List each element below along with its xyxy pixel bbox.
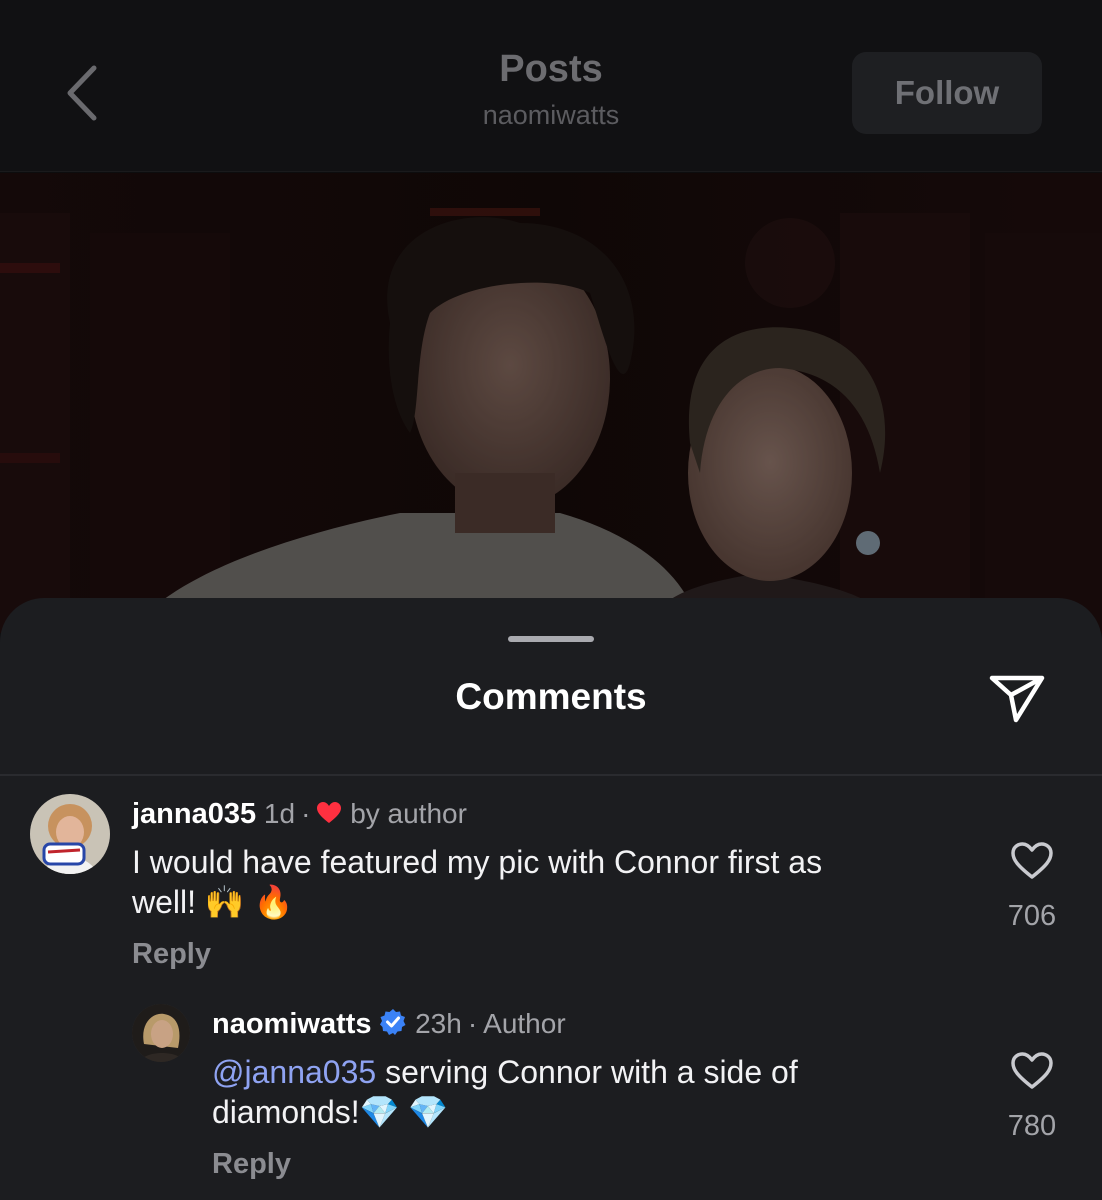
reply-button[interactable]: Reply [212, 1148, 291, 1181]
author-label: Author [483, 1008, 566, 1039]
user-avatar-image [132, 1004, 190, 1062]
post-photo[interactable] [0, 173, 1102, 633]
comment-text-line: diamonds!💎 💎 [212, 1092, 972, 1132]
like-count: 780 [1007, 1110, 1057, 1142]
comment-time: 23h [415, 1008, 462, 1039]
comments-sheet: Comments janna035 1d · by author I would… [0, 598, 1102, 1200]
comment-username[interactable]: naomiwatts [212, 1008, 372, 1040]
mention-link[interactable]: @janna035 [212, 1054, 376, 1090]
like-button[interactable] [1010, 1051, 1054, 1091]
heart-icon [1011, 1052, 1053, 1089]
top-navigation-bar: Posts naomiwatts Follow [0, 0, 1102, 172]
instagram-post-comments-screen: Posts naomiwatts Follow Comments janna03… [0, 0, 1102, 1200]
verified-badge-icon [379, 1008, 407, 1043]
comment-meta: naomiwatts 23h · Author [212, 1008, 566, 1043]
comment-reply-item: naomiwatts 23h · Author @janna035 serving … [0, 598, 1102, 1200]
comment-text: @janna035 serving Connor with a side of … [212, 1052, 972, 1132]
meta-separator: · [467, 1008, 478, 1039]
post-image [0, 173, 1102, 633]
avatar[interactable] [132, 1004, 190, 1062]
comment-text-line: @janna035 serving Connor with a side of [212, 1052, 972, 1092]
comment-emoji: 💎 💎 [359, 1094, 449, 1130]
follow-button[interactable]: Follow [852, 52, 1042, 134]
comment-text-line1: serving Connor with a side of [376, 1054, 798, 1090]
comment-text-line2: diamonds! [212, 1094, 360, 1130]
